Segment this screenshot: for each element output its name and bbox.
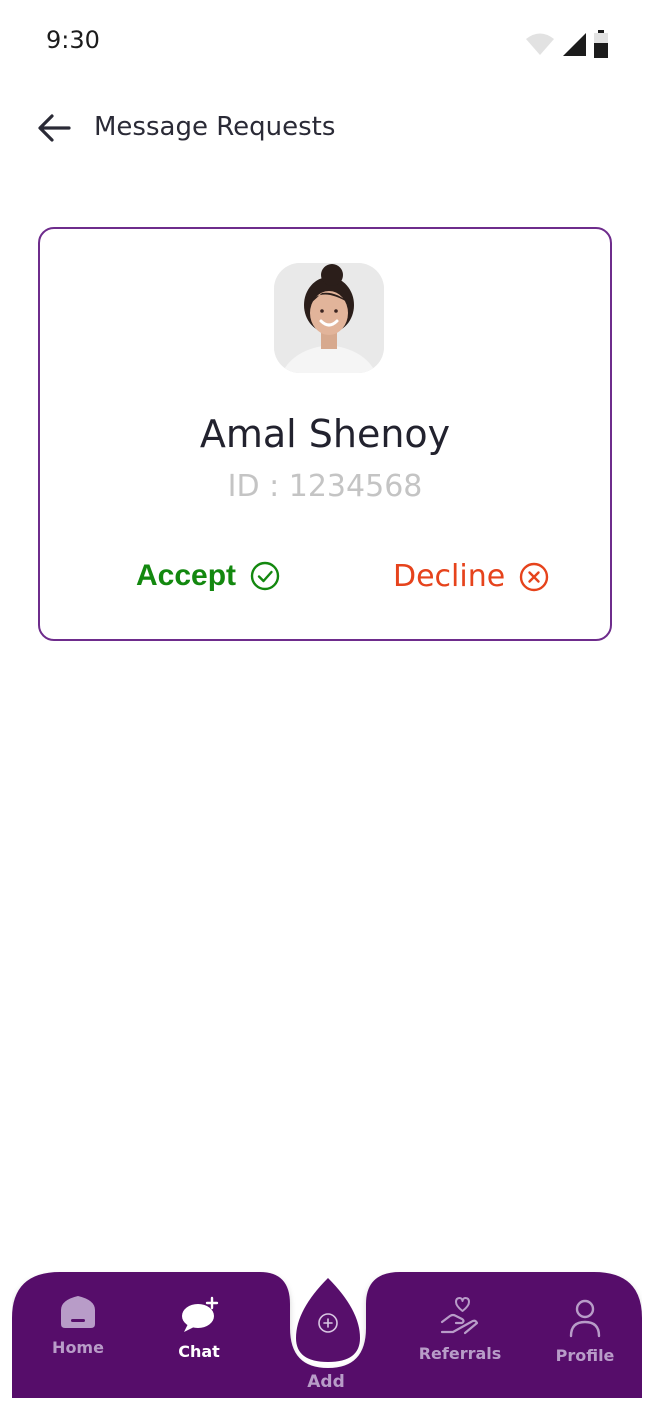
nav-profile[interactable]: Profile xyxy=(550,1298,620,1365)
decline-label: Decline xyxy=(393,559,506,594)
accept-label: Accept xyxy=(136,559,237,592)
x-circle-icon xyxy=(520,562,549,591)
user-photo-icon xyxy=(274,263,384,373)
nav-chat[interactable]: Chat xyxy=(174,1296,224,1361)
status-bar: 9:30 xyxy=(0,0,649,84)
bottom-navigation: Home Chat Add Referrals Profile xyxy=(12,1270,642,1398)
message-request-card: Amal Shenoy ID : 1234568 Accept Decline xyxy=(38,227,612,641)
status-time: 9:30 xyxy=(46,26,100,54)
nav-chat-label: Chat xyxy=(178,1342,220,1361)
page-title: Message Requests xyxy=(94,112,336,142)
avatar[interactable] xyxy=(274,263,384,373)
chat-icon xyxy=(182,1296,219,1332)
nav-profile-label: Profile xyxy=(555,1346,615,1365)
accept-button[interactable]: Accept xyxy=(136,559,280,593)
referrals-icon xyxy=(440,1297,479,1335)
nav-referrals[interactable]: Referrals xyxy=(412,1296,508,1363)
profile-icon xyxy=(569,1299,601,1338)
nav-referrals-label: Referrals xyxy=(418,1344,502,1363)
status-icons xyxy=(525,30,609,58)
add-icon xyxy=(318,1313,338,1333)
nav-add-label: Add xyxy=(307,1372,345,1392)
check-circle-icon xyxy=(250,561,280,591)
back-button[interactable] xyxy=(36,110,72,146)
requester-id: ID : 1234568 xyxy=(227,469,423,504)
arrow-left-icon xyxy=(38,114,71,142)
nav-home[interactable]: Home xyxy=(50,1294,106,1357)
nav-home-label: Home xyxy=(52,1338,104,1357)
decline-button[interactable]: Decline xyxy=(393,559,549,594)
app-bar: Message Requests xyxy=(0,96,649,160)
battery-icon xyxy=(594,30,608,58)
home-icon xyxy=(61,1296,95,1328)
cellular-signal-icon xyxy=(563,33,586,56)
nav-add[interactable] xyxy=(314,1312,342,1334)
requester-name: Amal Shenoy xyxy=(199,412,451,456)
wifi-icon xyxy=(526,33,554,55)
